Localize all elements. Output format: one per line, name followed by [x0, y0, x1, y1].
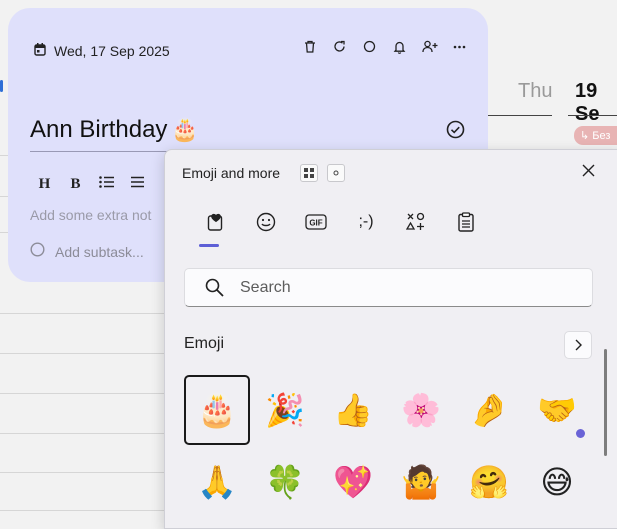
add-person-icon[interactable]: [421, 38, 438, 55]
task-date: Wed, 17 Sep 2025: [54, 42, 170, 59]
skin-tone-dot[interactable]: [576, 429, 585, 438]
subtask-placeholder: Add subtask...: [55, 243, 144, 260]
circle-icon[interactable]: [361, 38, 378, 55]
tab-gif[interactable]: GIF: [291, 208, 341, 236]
emoji-cherry-blossom[interactable]: 🌸: [388, 375, 454, 445]
emoji-four-leaf-clover[interactable]: 🍀: [252, 447, 318, 517]
format-toolbar: H B: [36, 176, 146, 193]
day-divider: [568, 115, 617, 116]
search-icon: [205, 278, 224, 297]
event-chip[interactable]: ↳ Без: [574, 126, 617, 145]
tab-kaomoji[interactable]: ;-): [341, 208, 391, 236]
panel-title: Emoji and more: [182, 165, 281, 181]
align-icon[interactable]: [129, 176, 146, 193]
more-icon[interactable]: [451, 38, 468, 55]
emoji-party-popper[interactable]: 🎉: [252, 375, 318, 445]
day-header-19[interactable]: 19 Se: [575, 80, 617, 126]
day-indicator: [0, 80, 3, 92]
section-title: Emoji: [184, 335, 225, 352]
active-tab-indicator: [199, 244, 219, 247]
add-subtask-row[interactable]: Add subtask...: [30, 242, 144, 261]
trash-icon[interactable]: [301, 38, 318, 55]
task-title[interactable]: Ann Birthday: [30, 116, 167, 144]
emoji-hugging-face[interactable]: 🤗: [456, 447, 522, 517]
notes-field[interactable]: Add some extra not: [30, 207, 151, 223]
emoji-folded-hands[interactable]: 🙏: [184, 447, 250, 517]
dot-icon[interactable]: [327, 164, 345, 182]
heading-button[interactable]: H: [36, 176, 53, 193]
kaomoji-label: ;-): [358, 213, 374, 230]
grid-view-icon[interactable]: [300, 164, 318, 182]
emoji-panel: Emoji and more GIF ;-) Em: [164, 149, 617, 529]
bullet-list-icon[interactable]: [98, 176, 115, 193]
emoji-search-box[interactable]: [184, 268, 593, 307]
emoji-grinning-sweat[interactable]: 😅: [524, 447, 590, 517]
tab-clipboard[interactable]: [441, 208, 491, 236]
see-more-button[interactable]: [564, 331, 592, 359]
tab-emoji[interactable]: [241, 208, 291, 236]
task-title-row[interactable]: Ann Birthday 🎂: [30, 116, 199, 144]
day-header-thu[interactable]: Thu: [518, 80, 552, 103]
day-divider: [488, 115, 552, 116]
cake-emoji: 🎂: [171, 117, 199, 143]
emoji-sparkling-heart[interactable]: 💖: [320, 447, 386, 517]
emoji-tabs: GIF ;-): [191, 208, 491, 236]
search-input[interactable]: [240, 278, 540, 297]
emoji-shrug[interactable]: 🤷: [388, 447, 454, 517]
emoji-cake[interactable]: 🎂: [184, 375, 250, 445]
tab-symbols[interactable]: [391, 208, 441, 236]
emoji-thumbs-up[interactable]: 👍: [320, 375, 386, 445]
close-icon[interactable]: [578, 160, 598, 180]
task-toolbar: [301, 38, 468, 55]
date-row[interactable]: Wed, 17 Sep 2025: [34, 41, 170, 60]
complete-check-icon[interactable]: [446, 120, 465, 143]
subtask-circle-icon: [30, 242, 45, 261]
bell-icon[interactable]: [391, 38, 408, 55]
calendar-icon: [34, 41, 46, 60]
emoji-pinched-fingers[interactable]: 🤌: [456, 375, 522, 445]
scrollbar[interactable]: [604, 349, 607, 456]
tab-favorites[interactable]: [191, 208, 241, 236]
bold-button[interactable]: B: [67, 176, 84, 193]
svg-text:GIF: GIF: [309, 219, 322, 228]
repeat-icon[interactable]: [331, 38, 348, 55]
